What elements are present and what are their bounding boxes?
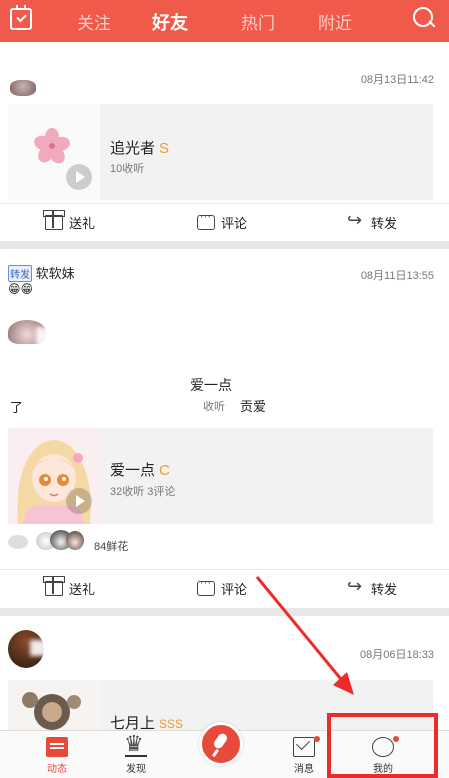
tab-nearby[interactable]: 附近: [318, 9, 352, 34]
song-title: 爱一点 C: [110, 462, 170, 479]
post-time: 08月06日18:33: [360, 649, 434, 661]
song-cover: [8, 104, 100, 200]
mail-icon: [293, 737, 315, 757]
divider: [0, 241, 449, 249]
share-icon: [347, 576, 365, 597]
blurred-region: [20, 372, 56, 398]
cover-image: [8, 680, 100, 730]
share-button[interactable]: 转发: [347, 210, 397, 232]
blurred-region: [36, 327, 76, 345]
grade-badge: C: [159, 462, 170, 479]
share-icon: [347, 210, 365, 231]
avatar: [8, 535, 28, 549]
tab-friends[interactable]: 好友: [152, 9, 188, 35]
post-actions: 送礼 评论 转发: [0, 203, 449, 239]
comment-button[interactable]: 评论: [197, 211, 247, 232]
quoted-listen: 收听: [203, 401, 225, 413]
song-stats: 32收听 3评论: [110, 486, 176, 498]
play-icon[interactable]: [66, 164, 92, 190]
feed-list: 08月13日11:42 追光者 S 10收听 送礼 ··· 评论 ↪ 转发 转发…: [0, 42, 449, 730]
divider: [0, 608, 449, 616]
quoted-tail: 贡爱: [240, 399, 267, 414]
top-bar: 关注 好友 热门 附近: [0, 0, 449, 42]
comment-icon: [197, 577, 215, 596]
comment-button[interactable]: 评论: [197, 577, 247, 598]
song-card[interactable]: 爱一点 C 32收听 3评论: [8, 428, 433, 524]
avatar[interactable]: [10, 80, 36, 96]
quoted-title: 爱一点: [190, 377, 232, 393]
gift-button[interactable]: 送礼: [43, 210, 95, 232]
gift-icon: [43, 210, 65, 230]
notification-dot: [314, 736, 320, 742]
share-button[interactable]: 转发: [347, 576, 397, 598]
comment-icon: [197, 211, 215, 230]
post-actions: 送礼 评论 转发: [0, 569, 449, 605]
tab-hot[interactable]: 热门: [241, 9, 275, 34]
song-title: 七月上 SSS: [110, 715, 184, 730]
nav-messages[interactable]: 消息: [274, 733, 334, 775]
song-cover: [8, 680, 100, 730]
grade-badge: SSS: [159, 717, 184, 730]
play-icon[interactable]: [66, 488, 92, 514]
song-stats: 10收听: [110, 163, 145, 175]
annotation-highlight-box: [327, 713, 438, 778]
search-icon[interactable]: [413, 7, 437, 31]
tab-following[interactable]: 关注: [77, 9, 111, 34]
blurred-region: [30, 640, 56, 656]
nav-feed[interactable]: 动态: [27, 733, 87, 775]
emoji-text: 😁😁: [8, 282, 34, 296]
song-title: 追光者 S: [110, 140, 170, 157]
post-time: 08月13日11:42: [360, 74, 434, 86]
calendar-checkin-icon[interactable]: [10, 5, 32, 30]
post-header: 转发 软软妹: [8, 263, 75, 282]
gift-icon: [43, 576, 65, 596]
nav-discover[interactable]: 发现: [106, 731, 166, 775]
flower-count: 84鲜花: [94, 541, 129, 553]
avatar: [66, 531, 84, 550]
song-card[interactable]: 追光者 S 10收听: [8, 104, 433, 200]
grade-badge: S: [159, 140, 170, 157]
user-name[interactable]: 软软妹: [36, 266, 75, 281]
record-button[interactable]: [199, 722, 243, 766]
feed-icon: [46, 737, 68, 757]
repost-tag: 转发: [8, 265, 32, 282]
song-cover: [8, 428, 100, 524]
crown-icon: [124, 731, 147, 757]
quoted-text: 了: [10, 400, 24, 415]
post-time: 08月11日13:55: [360, 270, 434, 282]
gift-button[interactable]: 送礼: [43, 576, 95, 598]
